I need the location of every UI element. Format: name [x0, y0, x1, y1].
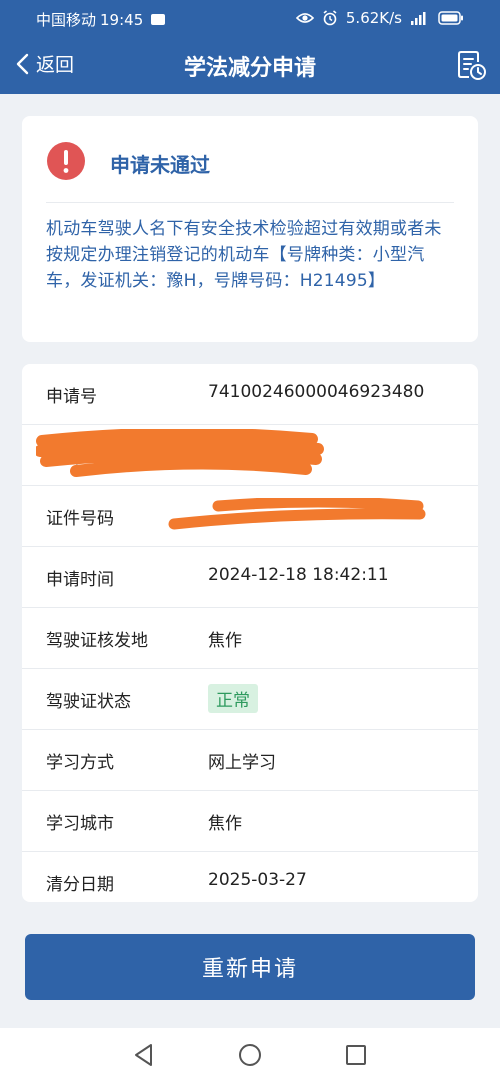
info-value: 网上学习 [208, 753, 276, 773]
info-row-id-number: 证件号码 [22, 486, 478, 547]
application-info-card: 申请号 74100246000046923480 姓名 证件号码 申请时间 20… [22, 364, 478, 902]
status-bar: 中国移动 19:45 5.62K/s [0, 0, 500, 36]
records-button[interactable] [454, 48, 488, 82]
divider [46, 202, 454, 203]
info-row-study-method: 学习方式 网上学习 [22, 730, 478, 791]
info-label: 学习方式 [46, 753, 114, 773]
info-row-application-number: 申请号 74100246000046923480 [22, 364, 478, 425]
info-value-wrap: 正常 [208, 684, 258, 713]
info-value: 焦作 [208, 814, 242, 834]
chevron-left-icon [16, 53, 29, 74]
nav-bar: 返回 学法减分申请 [0, 36, 500, 94]
info-row-name: 姓名 [22, 425, 478, 486]
system-nav-bar [0, 1028, 500, 1083]
signal-icon [411, 12, 426, 25]
nav-recents-icon[interactable] [343, 1042, 369, 1068]
nav-home-icon[interactable] [237, 1042, 263, 1068]
network-speed: 5.62K/s [345, 9, 402, 27]
reapply-button[interactable]: 重新申请 [25, 934, 475, 1000]
redaction-scribble [168, 498, 426, 530]
back-button[interactable]: 返回 [14, 50, 74, 77]
battery-icon [438, 11, 463, 25]
carrier-name: 中国移动 [36, 11, 97, 29]
info-value: 2025-03-27 [208, 870, 307, 890]
status-title: 申请未通过 [110, 153, 210, 177]
alarm-icon [323, 10, 337, 26]
info-row-study-city: 学习城市 焦作 [22, 791, 478, 852]
info-label: 申请号 [46, 387, 97, 407]
page-title: 学法减分申请 [183, 56, 316, 81]
eye-icon [295, 13, 314, 23]
status-card: 申请未通过 机动车驾驶人名下有安全技术检验超过有效期或者未按规定办理注销登记的机… [22, 116, 478, 342]
rejection-reason: 机动车驾驶人名下有安全技术检验超过有效期或者未按规定办理注销登记的机动车【号牌种… [46, 219, 442, 291]
info-value: 2024-12-18 18:42:11 [208, 565, 389, 585]
info-label: 申请时间 [46, 570, 114, 590]
info-row-license-issuer: 驾驶证核发地 焦作 [22, 608, 478, 669]
nav-back-icon[interactable] [131, 1042, 157, 1068]
error-icon [47, 142, 85, 180]
info-label: 驾驶证状态 [46, 692, 131, 712]
info-row-license-status: 驾驶证状态 正常 [22, 669, 478, 730]
status-badge: 正常 [208, 684, 258, 713]
info-value: 74100246000046923480 [208, 382, 425, 402]
back-label: 返回 [36, 54, 75, 76]
clock: 19:45 [100, 10, 144, 29]
info-label: 学习城市 [46, 814, 114, 834]
info-row-clear-date: 清分日期 2025-03-27 [22, 852, 478, 912]
info-label: 姓名 [46, 448, 80, 468]
info-label: 证件号码 [46, 509, 114, 529]
info-value: 焦作 [208, 631, 242, 651]
info-label: 清分日期 [46, 875, 114, 895]
notification-icon [151, 14, 166, 25]
document-clock-icon [458, 51, 486, 80]
info-row-application-time: 申请时间 2024-12-18 18:42:11 [22, 547, 478, 608]
info-label: 驾驶证核发地 [46, 631, 148, 651]
